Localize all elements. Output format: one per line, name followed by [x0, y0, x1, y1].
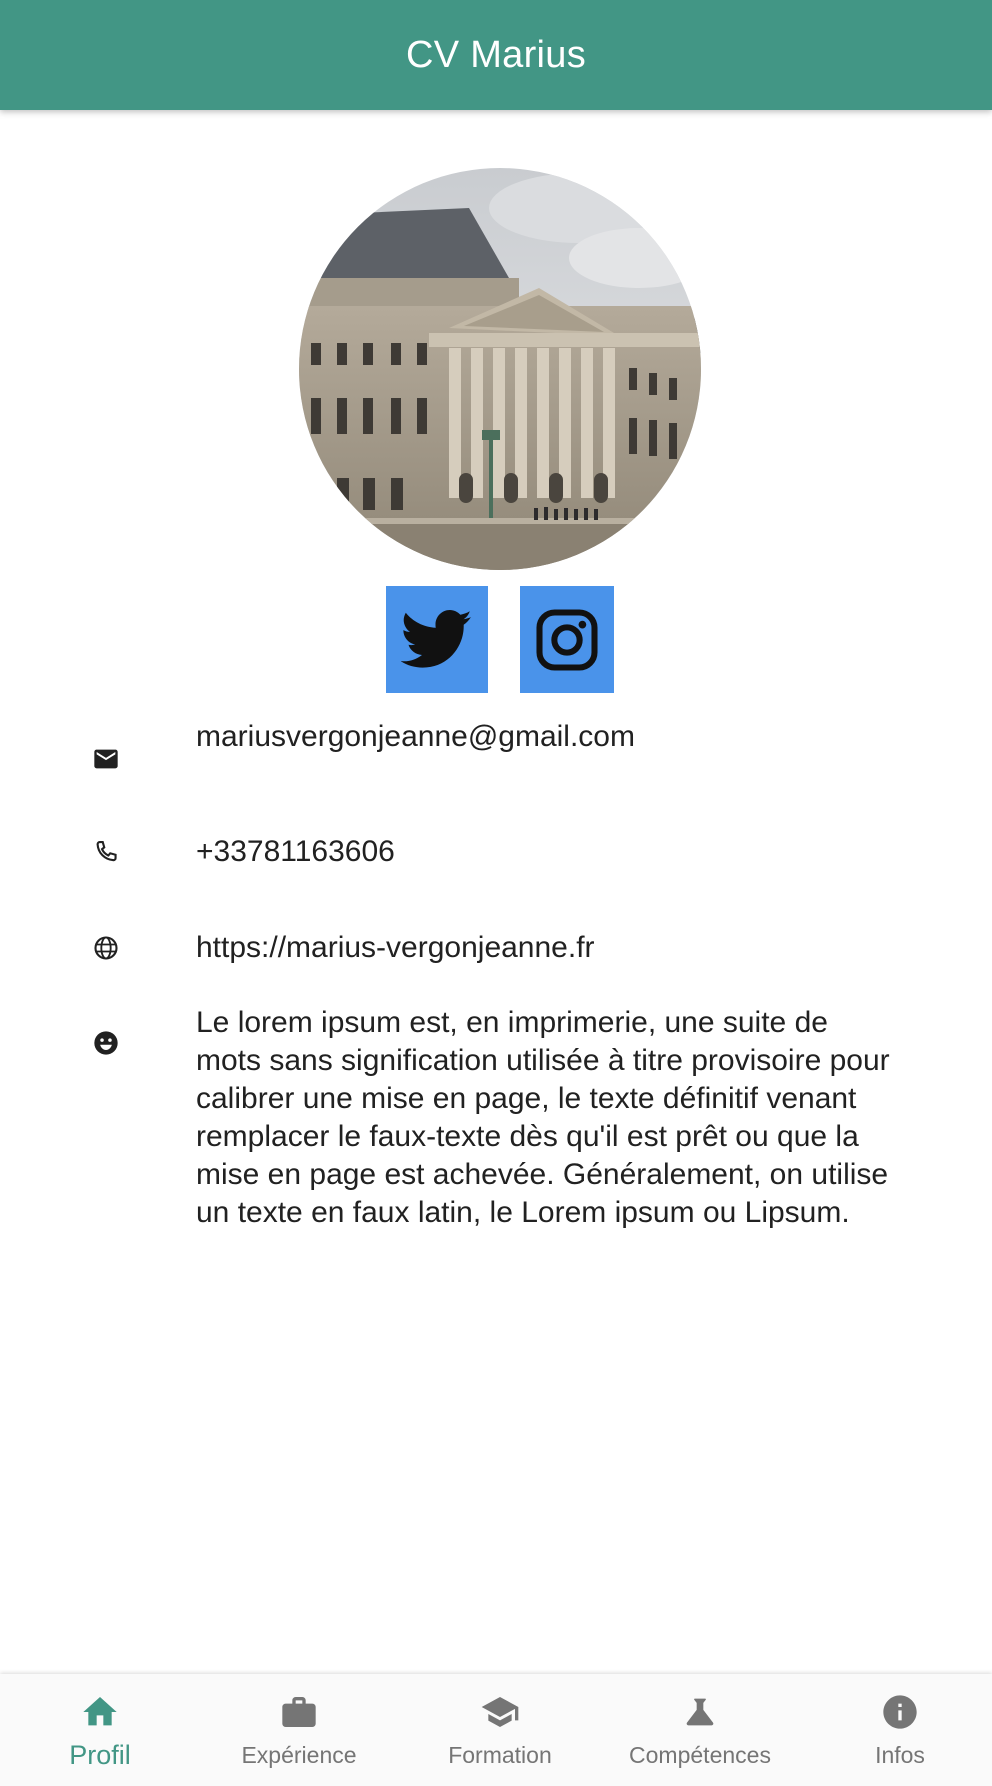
- twitter-button[interactable]: [386, 586, 488, 693]
- profile-avatar: [299, 168, 701, 570]
- nav-label-profil: Profil: [69, 1740, 131, 1770]
- email-text[interactable]: mariusvergonjeanne@gmail.com: [196, 718, 896, 756]
- website-text[interactable]: https://marius-vergonjeanne.fr: [196, 929, 896, 967]
- nav-label-infos: Infos: [875, 1742, 925, 1768]
- avatar-building-photo: [299, 168, 701, 570]
- home-icon: [83, 1697, 117, 1726]
- instagram-camera-icon: [536, 608, 598, 671]
- app-bar: CV Marius: [0, 0, 992, 110]
- nav-item-infos[interactable]: Infos: [800, 1674, 992, 1786]
- phone-text[interactable]: +33781163606: [196, 833, 896, 871]
- briefcase-icon: [282, 1697, 316, 1727]
- nav-label-experience: Expérience: [241, 1742, 357, 1768]
- nav-item-competences[interactable]: Compétences: [600, 1674, 800, 1786]
- phone-icon: [96, 841, 117, 862]
- flask-icon: [686, 1698, 714, 1726]
- instagram-button[interactable]: [520, 586, 614, 693]
- nav-item-experience[interactable]: Expérience: [199, 1674, 399, 1786]
- smiley-icon: [94, 1031, 118, 1055]
- mail-icon: [94, 749, 118, 769]
- info-icon: [883, 1695, 917, 1729]
- nav-label-formation: Formation: [448, 1742, 552, 1768]
- nav-item-profil[interactable]: Profil: [0, 1674, 200, 1786]
- app-title: CV Marius: [405, 33, 587, 76]
- bio-text: Le lorem ipsum est, en imprimerie, une s…: [196, 1006, 890, 1229]
- nav-label-competences: Compétences: [629, 1742, 771, 1768]
- twitter-bird-icon: [401, 609, 472, 668]
- globe-icon: [94, 936, 118, 960]
- bottom-navigation: Profil Expérience Formation Compétences …: [0, 1674, 992, 1786]
- graduation-cap-icon: [481, 1697, 519, 1727]
- nav-item-formation[interactable]: Formation: [400, 1674, 600, 1786]
